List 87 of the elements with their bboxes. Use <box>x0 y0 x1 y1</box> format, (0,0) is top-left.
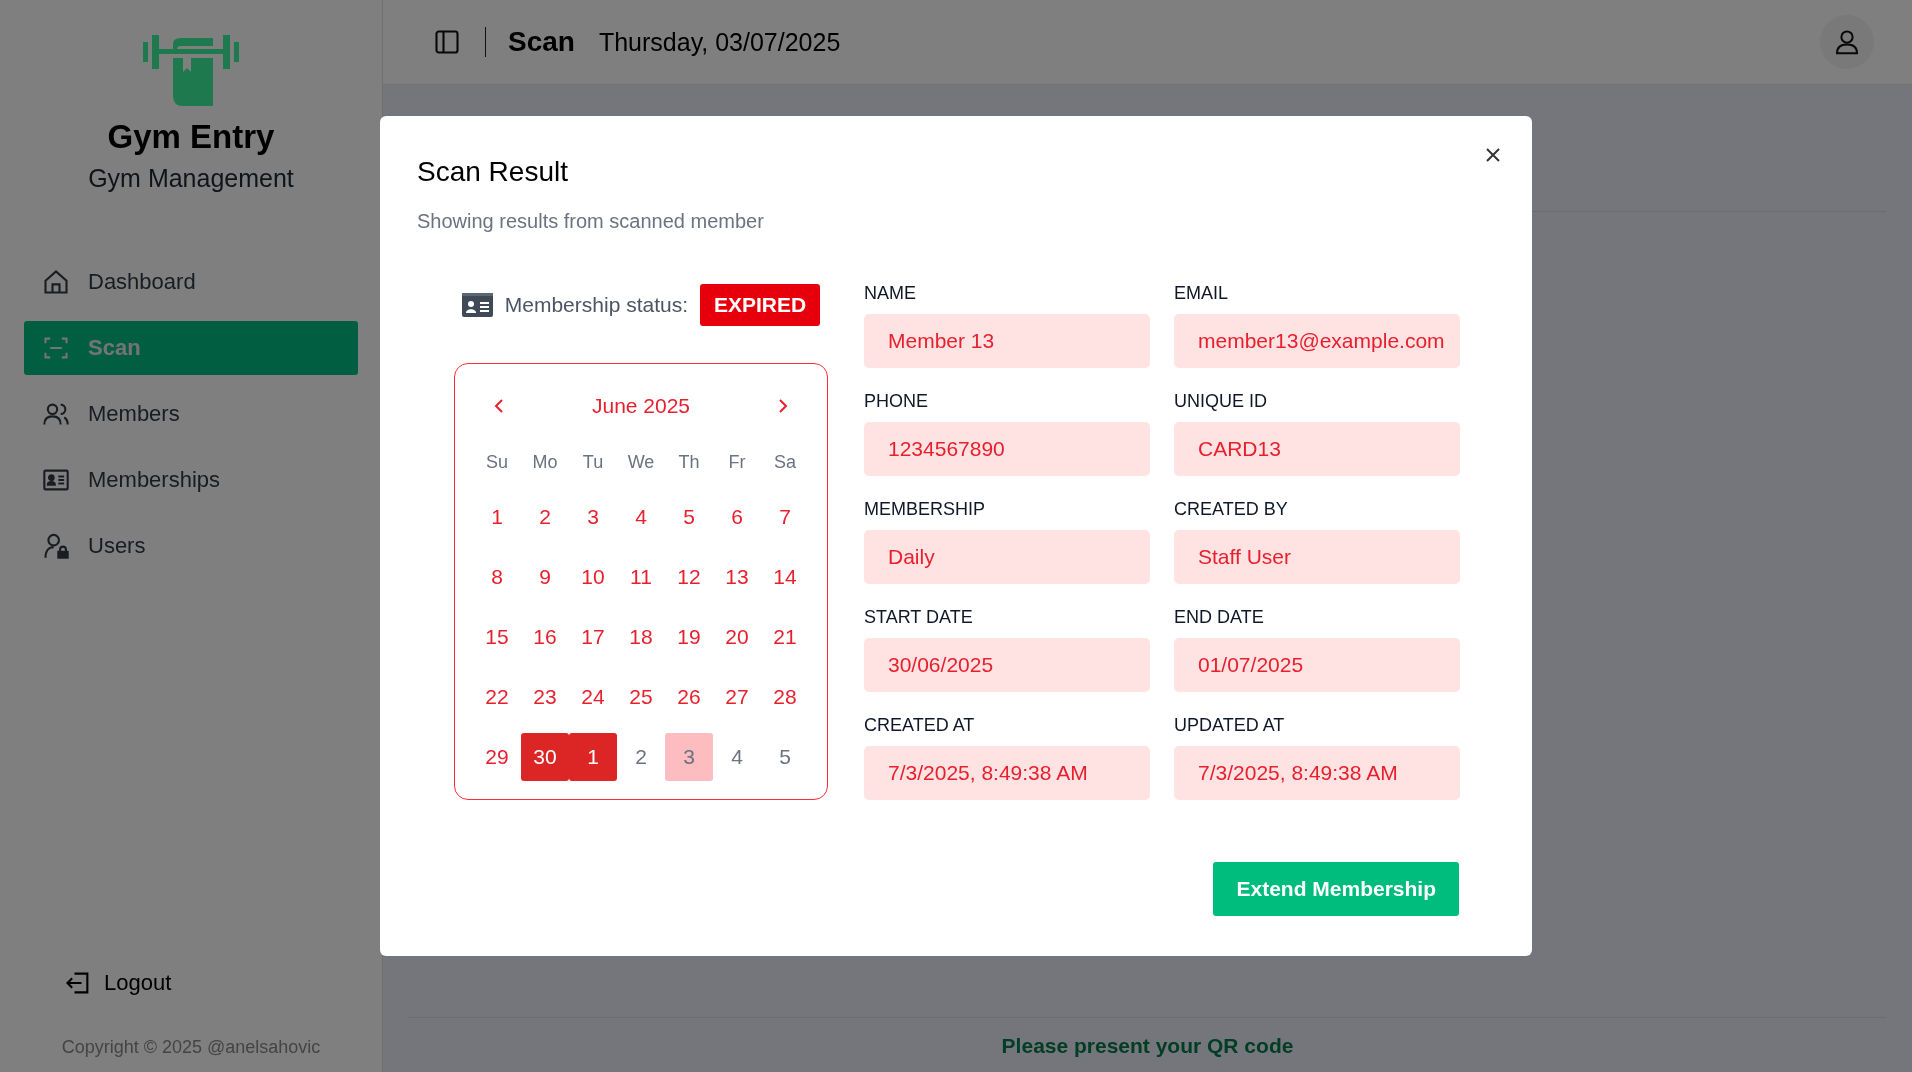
calendar-day[interactable]: 17 <box>569 613 617 661</box>
calendar-day[interactable]: 27 <box>713 673 761 721</box>
input-field[interactable]: Member 13 <box>864 314 1150 368</box>
calendar-day[interactable]: 4 <box>617 493 665 541</box>
status-label: Membership status: <box>504 293 688 317</box>
input-field[interactable]: 7/3/2025, 8:49:38 AM <box>1174 746 1460 800</box>
copyright-text: Copyright © 2025 @anelsahovic <box>61 1037 321 1058</box>
field-label: CREATED BY <box>1174 499 1289 520</box>
calendar-day[interactable]: 26 <box>665 673 713 721</box>
field-label: PHONE <box>864 391 929 412</box>
calendar-day[interactable]: 10 <box>569 553 617 601</box>
calendar-day[interactable]: 3 <box>665 733 713 781</box>
weekday-label: We <box>626 451 656 474</box>
field-label: END DATE <box>1174 607 1265 628</box>
calendar-day[interactable]: 25 <box>617 673 665 721</box>
sidebar-item[interactable]: Memberships <box>24 453 358 507</box>
logout-button[interactable]: Logout <box>60 965 176 1001</box>
input-field[interactable]: CARD13 <box>1174 422 1460 476</box>
page-title: Scan <box>508 26 575 58</box>
input-field[interactable]: Staff User <box>1174 530 1460 584</box>
calendar-day[interactable]: 15 <box>473 613 521 661</box>
weekday-label: Mo <box>531 451 559 474</box>
calendar-day[interactable]: 21 <box>761 613 809 661</box>
weekday-label: Tu <box>581 451 605 474</box>
calendar-day[interactable]: 6 <box>713 493 761 541</box>
sidebar-item[interactable]: Users <box>24 519 358 573</box>
chevron-left-icon <box>493 398 505 414</box>
close-icon <box>1484 146 1502 164</box>
calendar-day[interactable]: 30 <box>521 733 569 781</box>
field-label: NAME <box>864 283 917 304</box>
id-card-icon <box>461 293 493 317</box>
sidebar-item[interactable]: Members <box>24 387 358 441</box>
input-field[interactable]: 7/3/2025, 8:49:38 AM <box>864 746 1150 800</box>
field-label: MEMBERSHIP <box>864 499 987 520</box>
input-field[interactable]: 1234567890 <box>864 422 1150 476</box>
input-field[interactable]: 30/06/2025 <box>864 638 1150 692</box>
field-label: UPDATED AT <box>1174 715 1286 736</box>
sidebar-toggle-icon[interactable] <box>433 28 461 56</box>
calendar-day[interactable]: 29 <box>473 733 521 781</box>
calendar-day[interactable]: 1 <box>569 733 617 781</box>
calendar-day[interactable]: 2 <box>521 493 569 541</box>
weekday-label: Su <box>485 451 509 474</box>
calendar-day[interactable]: 3 <box>569 493 617 541</box>
qr-prompt-text: Please present your QR code <box>409 1017 1886 1072</box>
weekday-label: Fr <box>727 451 747 474</box>
weekday-label: Th <box>677 451 701 474</box>
user-lock-icon <box>42 532 70 560</box>
calendar-day[interactable]: 1 <box>473 493 521 541</box>
dialog-subtitle: Showing results from scanned member <box>417 210 765 233</box>
calendar-day[interactable]: 9 <box>521 553 569 601</box>
dialog-title: Scan Result <box>417 156 569 188</box>
extend-membership-button[interactable]: Extend Membership <box>1213 862 1459 916</box>
calendar-day[interactable]: 4 <box>713 733 761 781</box>
input-field[interactable]: member13@example.com <box>1174 314 1460 368</box>
calendar-day[interactable]: 16 <box>521 613 569 661</box>
calendar-day[interactable]: 2 <box>617 733 665 781</box>
calendar-day[interactable]: 5 <box>665 493 713 541</box>
calendar-day[interactable]: 22 <box>473 673 521 721</box>
calendar-day[interactable]: 28 <box>761 673 809 721</box>
calendar-day[interactable]: 18 <box>617 613 665 661</box>
calendar-day[interactable]: 13 <box>713 553 761 601</box>
calendar-day[interactable]: 12 <box>665 553 713 601</box>
field-label: EMAIL <box>1174 283 1230 304</box>
calendar-day[interactable]: 7 <box>761 493 809 541</box>
field-label: START DATE <box>864 607 974 628</box>
field-label: UNIQUE ID <box>1174 391 1268 412</box>
current-date: Thursday, 03/07/2025 <box>598 27 841 57</box>
input-field[interactable]: 01/07/2025 <box>1174 638 1460 692</box>
calendar-day[interactable]: 23 <box>521 673 569 721</box>
weekday-label: Sa <box>773 451 797 474</box>
calendar-day[interactable]: 20 <box>713 613 761 661</box>
chevron-right-icon <box>777 398 789 414</box>
status-badge: EXPIRED <box>700 284 821 326</box>
sidebar-item[interactable]: Dashboard <box>24 255 358 309</box>
calendar-day[interactable]: 11 <box>617 553 665 601</box>
field-label: CREATED AT <box>864 715 976 736</box>
calendar-day[interactable]: 19 <box>665 613 713 661</box>
app-title: Gym Entry <box>107 118 275 156</box>
home-icon <box>42 268 70 296</box>
app-subtitle: Gym Management <box>88 164 294 193</box>
dumbbell-book-logo-icon <box>143 32 239 106</box>
calendar-day[interactable]: 8 <box>473 553 521 601</box>
month-label: June 2025 <box>591 394 691 418</box>
calendar-day[interactable]: 5 <box>761 733 809 781</box>
calendar-day[interactable]: 24 <box>569 673 617 721</box>
input-field[interactable]: Daily <box>864 530 1150 584</box>
calendar-day[interactable]: 14 <box>761 553 809 601</box>
